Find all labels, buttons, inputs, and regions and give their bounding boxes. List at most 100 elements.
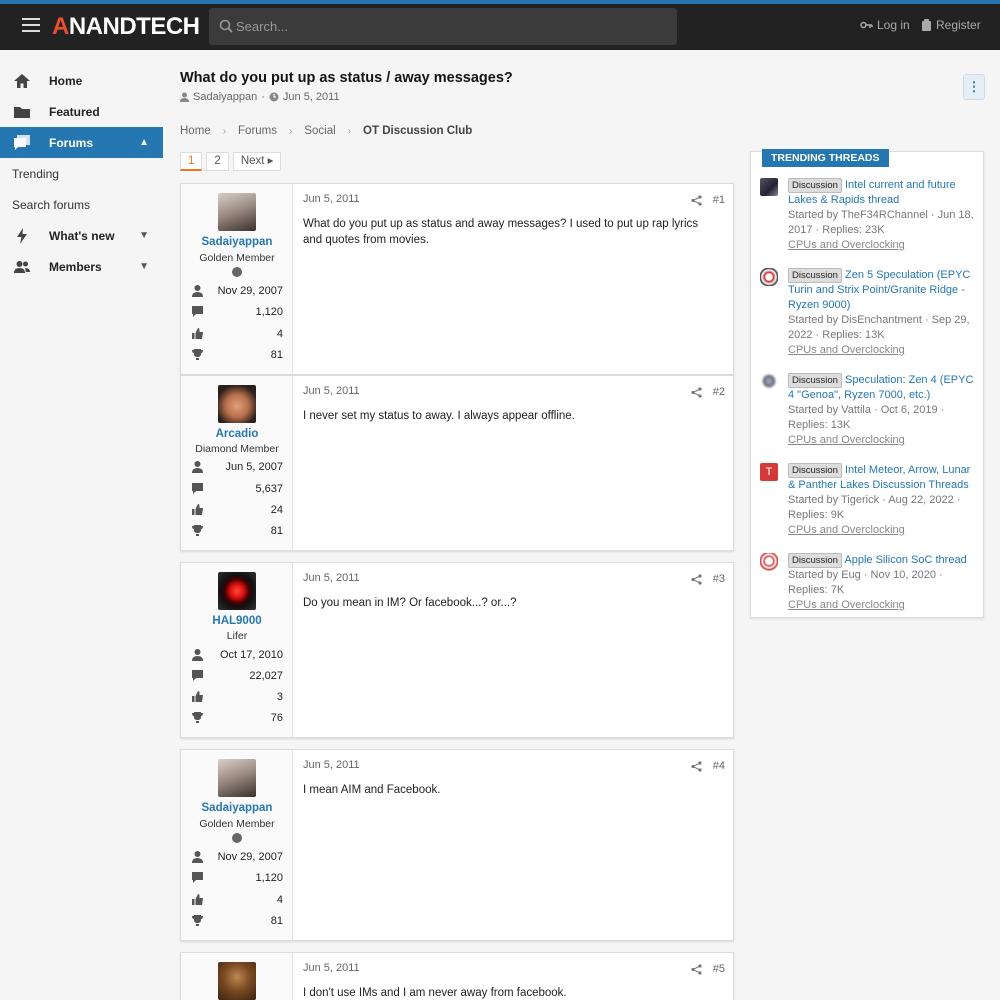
post-number[interactable]: #1 xyxy=(713,194,725,206)
avatar[interactable]: T xyxy=(760,463,778,481)
register-link[interactable]: Register xyxy=(921,18,981,32)
post-date[interactable]: Jun 5, 2011 xyxy=(303,193,360,205)
user-title: Lifer xyxy=(226,630,248,642)
breadcrumb-forums[interactable]: Forums xyxy=(238,125,277,137)
post-date[interactable]: Jun 5, 2011 xyxy=(303,962,360,974)
share-icon[interactable] xyxy=(691,574,702,585)
breadcrumb-home[interactable]: Home xyxy=(180,125,211,137)
nav-forums[interactable]: Forums ▲ xyxy=(0,127,163,158)
trending-forum-link[interactable]: CPUs and Overclocking xyxy=(788,344,905,356)
nav-featured[interactable]: Featured xyxy=(0,96,163,127)
avatar[interactable] xyxy=(218,962,256,1000)
stat-reactions: 4 xyxy=(191,893,283,909)
reactions-value: 4 xyxy=(276,894,283,906)
user-info: HAL9000 Lifer Oct 17, 2010 22,027 3 76 xyxy=(181,563,293,737)
post-number[interactable]: #5 xyxy=(713,963,725,975)
avatar[interactable] xyxy=(760,553,778,571)
post: HAL9000 Lifer Oct 17, 2010 22,027 3 76 J… xyxy=(180,562,734,738)
user-title: Golden Member xyxy=(199,818,275,830)
nav-trending[interactable]: Trending xyxy=(0,158,163,189)
trending-threads-widget: Trending Threads Discussion Intel curren… xyxy=(750,149,984,618)
nav-members-label: Members xyxy=(49,259,102,274)
search-input[interactable] xyxy=(236,16,666,36)
post-date[interactable]: Jun 5, 2011 xyxy=(303,572,360,584)
reactions-value: 24 xyxy=(270,504,283,516)
post-body: I never set my status to away. I always … xyxy=(303,410,575,422)
search-box[interactable] xyxy=(209,8,677,45)
site-logo[interactable]: ANANDTECH xyxy=(52,13,200,41)
username[interactable]: Sadaiyappan xyxy=(181,236,293,248)
avatar[interactable] xyxy=(218,572,256,610)
trending-title[interactable]: Apple Silicon SoC thread xyxy=(844,554,966,566)
login-link[interactable]: Log in xyxy=(860,18,910,32)
post-date[interactable]: Jun 5, 2011 xyxy=(303,759,360,771)
breadcrumb-ot-discussion-club[interactable]: OT Discussion Club xyxy=(363,125,472,137)
trending-forum-link[interactable]: CPUs and Overclocking xyxy=(788,434,905,446)
stat-points: 81 xyxy=(191,524,283,540)
post-number[interactable]: #4 xyxy=(713,760,725,772)
next-page-button[interactable]: Next ▸ xyxy=(232,152,282,171)
nav-search-forums[interactable]: Search forums xyxy=(0,189,163,220)
share-icon[interactable] xyxy=(691,195,702,206)
chevron-down-icon[interactable]: ▼ xyxy=(139,230,149,241)
menu-icon[interactable] xyxy=(22,18,40,32)
post-body: I don't use IMs and I am never away from… xyxy=(303,987,567,999)
stat-messages: 5,637 xyxy=(191,482,283,498)
nav-featured-label: Featured xyxy=(49,104,100,119)
username[interactable]: Sadaiyappan xyxy=(181,802,293,814)
user-info: Sadaiyappan Golden Member Nov 29, 2007 1… xyxy=(181,750,293,940)
post-date[interactable]: Jun 5, 2011 xyxy=(303,385,360,397)
messages-value: 1,120 xyxy=(255,306,283,318)
joined-value: Oct 17, 2010 xyxy=(220,649,283,661)
page-2-button[interactable]: 2 xyxy=(206,152,229,171)
discussion-tag: Discussion xyxy=(788,553,842,568)
trending-meta: Started by Eug · Nov 10, 2020 · Replies:… xyxy=(788,569,943,596)
username[interactable]: HAL9000 xyxy=(181,615,293,627)
thread-author[interactable]: Sadaiyappan xyxy=(193,91,257,103)
chevron-up-icon[interactable]: ▲ xyxy=(139,137,149,148)
avatar[interactable] xyxy=(760,178,778,196)
messages-value: 5,637 xyxy=(255,483,283,495)
chevron-down-icon[interactable]: ▼ xyxy=(139,261,149,272)
stat-points: 81 xyxy=(191,914,283,930)
thread-date[interactable]: Jun 5, 2011 xyxy=(283,91,340,103)
home-icon xyxy=(14,73,30,88)
search-icon xyxy=(219,19,233,33)
share-icon[interactable] xyxy=(691,964,702,975)
username[interactable]: Arcadio xyxy=(181,428,293,440)
trending-forum-link[interactable]: CPUs and Overclocking xyxy=(788,239,905,251)
messages-value: 1,120 xyxy=(255,872,283,884)
share-icon[interactable] xyxy=(691,761,702,772)
points-value: 81 xyxy=(270,525,283,537)
post-number[interactable]: #2 xyxy=(713,386,725,398)
trending-forum-link[interactable]: CPUs and Overclocking xyxy=(788,524,905,536)
top-bar: ANANDTECH Log in Register xyxy=(0,0,1000,50)
thumbs-up-icon xyxy=(192,894,203,905)
post: Jun 5, 2011 #5 I don't use IMs and I am … xyxy=(180,952,734,1000)
members-icon xyxy=(14,260,30,273)
messages-icon xyxy=(192,483,203,494)
avatar[interactable] xyxy=(218,193,256,231)
avatar[interactable] xyxy=(760,268,778,286)
discussion-tag: Discussion xyxy=(788,373,842,388)
trophy-icon xyxy=(192,525,203,536)
discussion-tag: Discussion xyxy=(788,463,842,478)
discussion-tag: Discussion xyxy=(788,178,842,193)
register-icon xyxy=(922,19,931,31)
post-number[interactable]: #3 xyxy=(713,573,725,585)
avatar[interactable] xyxy=(218,385,256,423)
nav-members[interactable]: Members ▼ xyxy=(0,251,163,282)
page-1-button[interactable]: 1 xyxy=(180,152,203,171)
avatar[interactable] xyxy=(218,759,256,797)
breadcrumb: Home › Forums › Social › OT Discussion Club xyxy=(180,125,473,137)
nav-home[interactable]: Home xyxy=(0,65,163,96)
trending-forum-link[interactable]: CPUs and Overclocking xyxy=(788,599,905,611)
breadcrumb-social[interactable]: Social xyxy=(304,125,335,137)
joined-icon xyxy=(192,851,203,863)
badge-icon xyxy=(232,833,242,843)
more-options-button[interactable]: ⋮ xyxy=(963,74,985,100)
share-icon[interactable] xyxy=(691,387,702,398)
nav-whats-new[interactable]: What's new ▼ xyxy=(0,220,163,251)
stat-joined: Nov 29, 2007 xyxy=(191,850,283,866)
avatar[interactable] xyxy=(760,373,778,391)
